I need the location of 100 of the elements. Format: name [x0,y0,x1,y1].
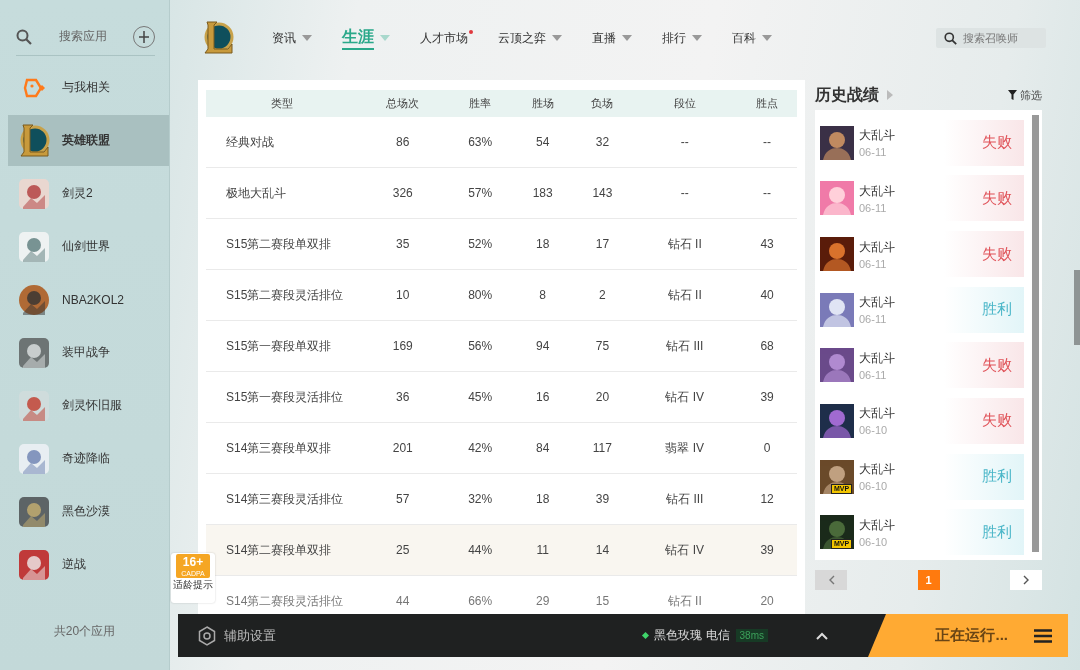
table-cell: 42% [447,422,513,474]
match-date: 06-11 [859,257,888,270]
sidebar-item[interactable]: 黑色沙漠 [8,486,169,537]
table-cell: 12 [737,473,797,525]
column-header: 总场次 [358,90,448,117]
column-header: 胜点 [737,90,797,117]
table-cell: 45% [447,371,513,423]
table-cell: 143 [572,167,633,219]
sidebar-item[interactable]: NBA2KOL2 [8,274,169,325]
table-cell: 169 [358,320,448,372]
sidebar-item[interactable]: 英雄联盟 [8,115,169,166]
match-date: 06-11 [859,313,888,326]
table-cell: S15第二赛段单双排 [206,218,358,270]
table-cell: 39 [737,371,797,423]
running-status-bar[interactable]: 正在运行... [868,614,1068,657]
table-cell: -- [632,167,738,219]
filter-icon [1008,90,1017,100]
nav-tab[interactable]: 排行 [662,25,702,51]
ping-badge: 38ms [735,629,768,642]
table-cell: 39 [737,524,797,576]
match-mode: 大乱斗 [859,461,896,479]
age-rating: 16+ [182,554,204,570]
assist-settings-button[interactable]: 辅助设置 [198,625,276,646]
table-cell: 32 [572,117,633,168]
sidebar-item[interactable]: 逆战 [8,539,169,590]
game-logo[interactable] [202,19,234,57]
match-row[interactable]: 大乱斗 06-11 失败 [820,226,1024,282]
table-cell: 25 [358,524,448,576]
chevron-left-icon [827,575,835,585]
table-cell: 钻石 IV [632,371,738,423]
sidebar-item[interactable]: 剑灵2 [8,168,169,219]
age-caption: 适龄提示 [173,578,213,591]
match-date: 06-10 [859,535,889,548]
column-header: 段位 [632,90,738,117]
nav-tab[interactable]: 资讯 [272,25,312,51]
scrollbar[interactable] [1074,270,1080,345]
table-cell: 52% [447,218,513,270]
sidebar-item[interactable]: 奇迹降临 [8,433,169,484]
chevron-right-icon [1022,575,1030,585]
menu-icon[interactable] [1034,628,1052,643]
column-header: 胜场 [512,90,573,117]
match-date: 06-10 [859,424,889,437]
table-cell: 14 [572,524,633,576]
match-row[interactable]: 大乱斗 06-11 胜利 [820,281,1024,338]
search-field[interactable]: 搜索应用 [46,28,119,45]
table-cell: 63% [447,117,513,168]
table-cell: 86 [358,117,448,168]
match-date: 06-10 [859,480,889,493]
table-cell: 35 [358,218,448,270]
game-icon [19,337,49,368]
table-cell: -- [737,167,797,219]
filter-button[interactable]: 筛选 [1008,87,1042,103]
table-cell: 43 [737,218,797,270]
table-cell: 80% [447,269,513,321]
match-row[interactable]: 大乱斗 06-11 失败 [820,115,1024,171]
table-cell: 68 [737,320,797,372]
table-cell: 117 [572,422,633,474]
match-mode: 大乱斗 [859,182,896,200]
expand-icon[interactable] [816,631,828,640]
sidebar-item[interactable]: 仙剑世界 [8,221,169,272]
item-label: 剑灵2 [62,185,93,202]
table-cell: 8 [512,269,573,321]
nav-tab[interactable]: 百科 [732,25,772,51]
sidebar-item[interactable]: 剑灵怀旧服 [8,380,169,431]
match-date: 06-11 [859,368,888,381]
item-label: 黑色沙漠 [62,503,110,520]
table-cell: 钻石 II [632,218,738,270]
table-cell: 57% [447,167,513,219]
item-label: 逆战 [62,556,86,573]
table-cell: 39 [572,473,633,525]
sidebar-item[interactable]: 与我相关 [8,62,169,113]
table-cell: 44% [447,524,513,576]
game-icon [19,443,49,474]
item-label: 仙剑世界 [62,238,110,255]
match-mode: 大乱斗 [859,294,896,312]
table-cell: 钻石 III [632,320,738,372]
match-mode: 大乱斗 [859,238,896,256]
nav-tab[interactable]: 云顶之弈 [498,25,562,51]
game-logo [18,121,50,160]
table-cell: 326 [358,167,448,219]
game-icon [19,549,49,580]
match-date: 06-11 [859,201,888,214]
nav-tab[interactable]: 直播 [592,25,632,51]
nav-tab[interactable]: 人才市场 [420,25,468,51]
table-cell: S14第三赛段灵活排位 [206,473,358,525]
table-cell: -- [737,117,797,168]
scrollbar[interactable] [1032,115,1039,552]
match-mode: 大乱斗 [859,405,896,423]
table-cell: 36 [358,371,448,423]
match-row[interactable]: 大乱斗 06-11 失败 [820,337,1024,394]
next-page-button[interactable] [1010,570,1042,590]
game-icon [19,178,49,209]
match-row[interactable]: 大乱斗 06-10 失败 [820,393,1024,449]
search-icon[interactable] [16,28,32,45]
sidebar-item[interactable]: 装甲战争 [8,327,169,378]
match-row[interactable]: 大乱斗 06-11 失败 [820,170,1024,227]
table-cell: 57 [358,473,448,525]
related-icon [23,76,45,99]
summoner-search-field[interactable]: 搜索召唤师 [936,28,1046,48]
table-cell: S15第一赛段灵活排位 [206,371,358,423]
